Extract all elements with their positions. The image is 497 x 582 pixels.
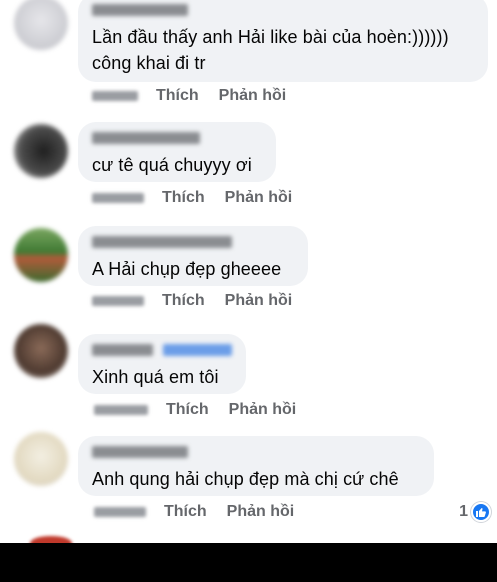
comment-bubble: A Hải chụp đẹp gheeee xyxy=(78,226,308,286)
timestamp-redacted[interactable] xyxy=(92,193,144,203)
reply-button[interactable]: Phản hồi xyxy=(219,87,287,105)
comment-actions: Thích Phản hồi xyxy=(94,400,316,420)
commenter-name-redacted[interactable] xyxy=(92,446,188,458)
comment-text: Anh qung hải chụp đẹp mà chị cứ chê xyxy=(92,469,399,489)
reaction-summary[interactable]: 1 xyxy=(459,502,491,522)
comment-bubble: cư tê quá chuyyy ơi xyxy=(78,122,276,182)
timestamp-redacted[interactable] xyxy=(94,405,148,415)
thumbs-up-icon-glyph xyxy=(476,508,486,517)
comment-actions: Thích Phản hồi xyxy=(94,502,314,522)
comment-bubble: Xinh quá em tôi xyxy=(78,334,246,394)
like-button[interactable]: Thích xyxy=(164,503,207,521)
thumbs-up-icon xyxy=(471,502,491,522)
like-button[interactable]: Thích xyxy=(162,292,205,310)
avatar[interactable] xyxy=(14,0,68,50)
timestamp-redacted[interactable] xyxy=(92,91,138,101)
avatar[interactable] xyxy=(14,432,68,486)
commenter-name-redacted-group xyxy=(92,344,232,364)
comment-bubble: Anh qung hải chụp đẹp mà chị cứ chê xyxy=(78,436,434,496)
comment-actions: Thích Phản hồi xyxy=(92,188,312,208)
comment-actions: Thích Phản hồi xyxy=(92,86,306,106)
reply-button[interactable]: Phản hồi xyxy=(225,292,293,310)
like-button[interactable]: Thích xyxy=(166,401,209,419)
reaction-count: 1 xyxy=(459,503,468,520)
avatar[interactable] xyxy=(14,228,68,282)
avatar[interactable] xyxy=(14,324,68,378)
reply-button[interactable]: Phản hồi xyxy=(227,503,295,521)
black-bar xyxy=(0,543,497,582)
reply-button[interactable]: Phản hồi xyxy=(229,401,297,419)
comment-text: công khai đi tr xyxy=(92,53,206,73)
avatar[interactable] xyxy=(14,124,68,178)
like-button[interactable]: Thích xyxy=(156,87,199,105)
commenter-name-redacted[interactable] xyxy=(92,132,200,144)
comment-text: cư tê quá chuyyy ơi xyxy=(92,155,252,175)
commenter-name-redacted[interactable] xyxy=(92,4,188,16)
comment-bubble: Lần đầu thấy anh Hải like bài của hoèn:)… xyxy=(78,0,488,82)
commenter-name-redacted[interactable] xyxy=(92,236,232,248)
comment-actions: Thích Phản hồi xyxy=(92,291,312,311)
commenter-name-redacted[interactable] xyxy=(92,344,154,356)
like-button[interactable]: Thích xyxy=(162,189,205,207)
comment-text: Xinh quá em tôi xyxy=(92,367,219,387)
timestamp-redacted[interactable] xyxy=(94,507,146,517)
comment-text: Lần đầu thấy anh Hải like bài của hoèn:)… xyxy=(92,27,449,47)
comment-text: A Hải chụp đẹp gheeee xyxy=(92,259,282,279)
timestamp-redacted[interactable] xyxy=(92,296,144,306)
reply-button[interactable]: Phản hồi xyxy=(225,189,293,207)
commenter-tag-redacted[interactable] xyxy=(163,344,232,356)
